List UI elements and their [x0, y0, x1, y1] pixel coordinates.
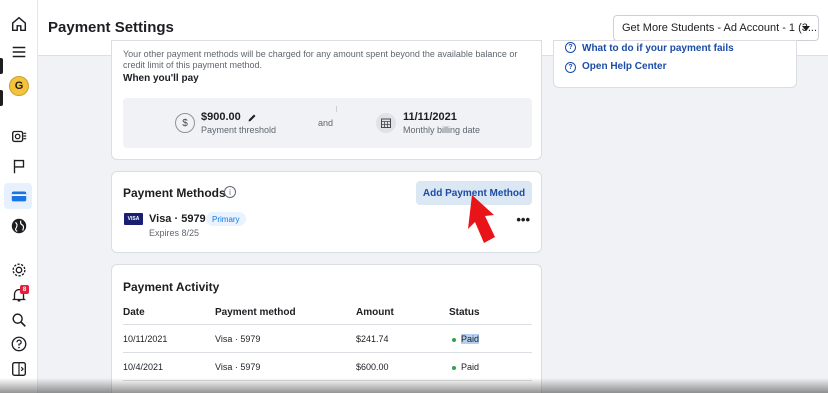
page-title: Payment Settings [48, 19, 174, 36]
row-divider [123, 352, 532, 353]
billing-info-card: Your other payment methods will be charg… [111, 40, 542, 160]
and-text: and [318, 118, 334, 128]
column-header-payment-method[interactable]: Payment method [215, 307, 296, 318]
status-dot-icon [452, 366, 456, 370]
ads-manager-icon[interactable] [9, 126, 29, 146]
primary-badge: Primary [206, 212, 246, 226]
column-header-amount[interactable]: Amount [356, 307, 394, 318]
edit-pencil-icon[interactable] [247, 110, 257, 122]
divider [336, 106, 337, 112]
row-date: 10/4/2021 [123, 362, 164, 372]
threshold-value: $900.00 [201, 111, 241, 123]
avatar[interactable]: G [9, 76, 29, 96]
panel-toggle-icon[interactable] [9, 359, 29, 379]
column-header-status[interactable]: Status [449, 307, 480, 318]
when-youll-pay-heading: When you'll pay [123, 73, 199, 84]
help-link-payment-fails[interactable]: What to do if your payment fails [582, 43, 734, 54]
help-question-icon[interactable] [9, 334, 29, 354]
column-header-date[interactable]: Date [123, 307, 145, 318]
payment-activity-title: Payment Activity [123, 280, 220, 294]
rail-marker [0, 90, 3, 106]
row-status: Paid [461, 334, 480, 344]
globe-icon[interactable] [9, 216, 29, 236]
row-amount: $600.00 [356, 362, 389, 372]
notification-badge: 8 [20, 285, 29, 294]
payment-methods-title: Payment Methods [123, 186, 226, 200]
row-method: Visa · 5979 [215, 334, 261, 344]
visa-logo-icon: VISA [124, 213, 143, 225]
help-link-open-help-center[interactable]: Open Help Center [582, 61, 666, 72]
row-method: Visa · 5979 [215, 362, 261, 372]
ad-account-label: Get More Students - Ad Account - 1 (3... [622, 22, 818, 34]
flag-icon[interactable] [9, 156, 29, 176]
rail-marker [0, 58, 3, 74]
red-arrow-annotation-icon [468, 195, 495, 243]
settings-gear-icon[interactable] [9, 260, 29, 280]
billing-note: Your other payment methods will be charg… [123, 49, 518, 70]
row-date: 10/11/2021 [123, 334, 168, 344]
home-icon[interactable] [9, 14, 29, 34]
card-expiry: Expires 8/25 [149, 228, 200, 238]
billing-schedule-box: $ $900.00 Payment threshold and 11/11/20… [123, 98, 532, 148]
status-dot-icon [452, 338, 456, 342]
help-circle-icon: ? [565, 42, 576, 53]
billing-date-value: 11/11/2021 [403, 111, 457, 123]
row-divider [123, 380, 532, 381]
card-name: Visa · 5979 [149, 213, 206, 225]
row-divider [123, 324, 532, 325]
calendar-icon [376, 113, 396, 133]
search-icon[interactable] [9, 310, 29, 330]
ad-account-selector[interactable]: Get More Students - Ad Account - 1 (3... [613, 15, 819, 41]
help-link-row: ? What to do if your payment fails [554, 41, 798, 59]
threshold-label: Payment threshold [201, 125, 277, 135]
row-amount: $241.74 [356, 334, 389, 344]
menu-icon[interactable] [9, 42, 29, 62]
row-status: Paid [461, 362, 480, 372]
help-card: ? What to do if your payment fails ? Ope… [553, 40, 797, 88]
info-icon[interactable]: i [224, 186, 236, 198]
credit-card-icon[interactable] [9, 186, 29, 206]
dollar-icon: $ [175, 113, 195, 133]
left-navigation-rail: G 8 [0, 0, 38, 393]
caret-down-icon [802, 26, 810, 31]
help-circle-icon: ? [565, 62, 576, 73]
payment-activity-card: Payment Activity Date Payment method Amo… [111, 264, 542, 393]
billing-date-label: Monthly billing date [403, 125, 481, 135]
more-options-button[interactable]: ••• [516, 212, 530, 227]
